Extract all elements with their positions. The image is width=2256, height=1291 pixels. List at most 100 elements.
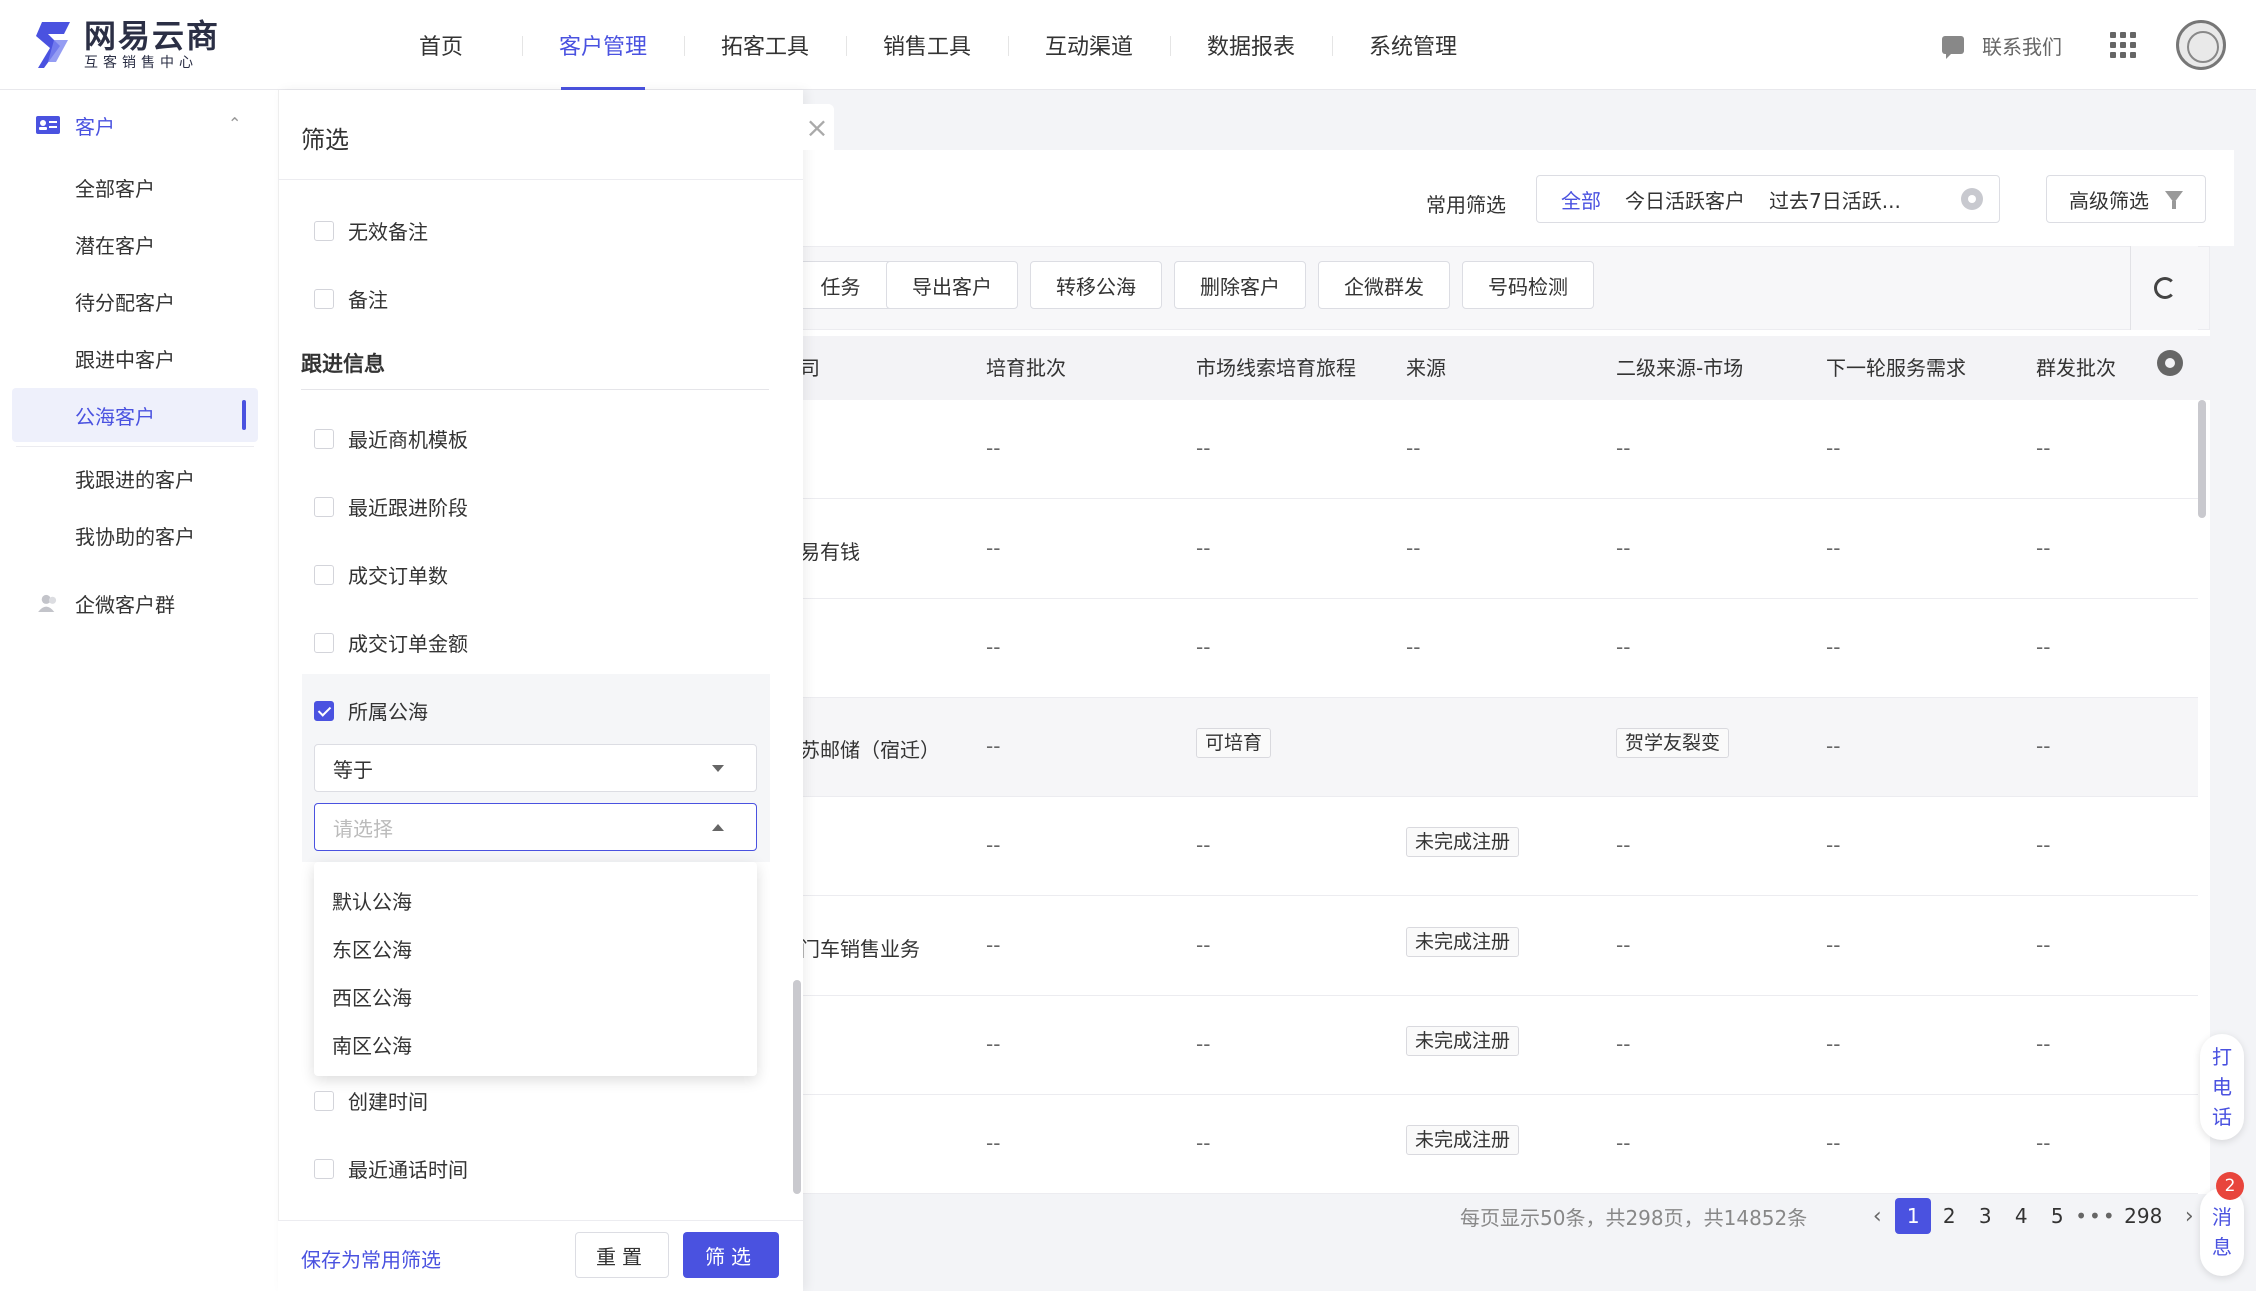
number-check-button[interactable]: 号码检测 <box>1462 261 1594 309</box>
filter-field-public-pool[interactable]: 所属公海 <box>314 696 428 725</box>
contact-us-link[interactable]: 联系我们 <box>1942 31 2062 60</box>
sidebar-group-customer[interactable]: 客户 ⌃ <box>0 108 278 142</box>
reset-button[interactable]: 重置 <box>575 1232 669 1278</box>
sidebar-group-customer-label: 客户 <box>75 114 115 139</box>
checkbox-label: 备注 <box>348 288 388 312</box>
table-cell: -- <box>1196 436 1211 460</box>
column-header-next-service: 下一轮服务需求 <box>1826 356 1966 380</box>
filter-option-all[interactable]: 全部 <box>1561 185 1601 214</box>
nav-sales-tools[interactable]: 销售工具 <box>846 0 1008 90</box>
table-row[interactable]: 苏邮储（宿迁） -- 可培育 贺学友裂变 -- -- <box>800 698 2198 797</box>
checkbox-label: 创建时间 <box>348 1090 428 1114</box>
nav-interaction-channels[interactable]: 互动渠道 <box>1008 0 1170 90</box>
nav-system-management[interactable]: 系统管理 <box>1332 0 1494 90</box>
filter-option-today-active[interactable]: 今日活跃客户 <box>1625 185 1745 214</box>
status-tag: 未完成注册 <box>1406 827 1520 857</box>
checkbox[interactable] <box>314 564 334 585</box>
page-5[interactable]: 5 <box>2039 1198 2075 1234</box>
task-button[interactable]: 任务 <box>789 261 893 309</box>
table-scrollbar[interactable] <box>2198 400 2206 518</box>
table-cell: -- <box>986 734 1001 758</box>
checkbox[interactable] <box>314 428 334 449</box>
checkbox-checked[interactable] <box>314 700 334 721</box>
sidebar-item-public-pool[interactable]: 公海客户 <box>12 388 258 442</box>
dropdown-option-south-pool[interactable]: 南区公海 <box>332 1030 412 1059</box>
public-pool-select[interactable]: 请选择 <box>314 803 757 851</box>
save-as-common-filter-link[interactable]: 保存为常用筛选 <box>301 1244 441 1273</box>
advanced-filter-button[interactable]: 高级筛选 <box>2046 175 2206 223</box>
table-row[interactable]: -- -- 未完成注册 -- -- -- <box>800 1095 2198 1194</box>
sidebar-item-unassigned-customers[interactable]: 待分配客户 <box>12 274 258 328</box>
common-filter-tabs: 全部 今日活跃客户 过去7日活跃... <box>1536 175 2000 223</box>
apply-filter-button[interactable]: 筛选 <box>683 1232 779 1278</box>
dropdown-option-west-pool[interactable]: 西区公海 <box>332 982 412 1011</box>
filter-field-created-time[interactable]: 创建时间 <box>314 1086 428 1115</box>
nav-prospecting-tools[interactable]: 拓客工具 <box>684 0 846 90</box>
sidebar-item-my-assisted[interactable]: 我协助的客户 <box>12 508 258 562</box>
filter-field-deal-order-amount[interactable]: 成交订单金额 <box>314 628 468 657</box>
brand-logo[interactable]: 网易云商 互客销售中心 <box>34 18 220 72</box>
user-avatar[interactable] <box>2176 20 2226 70</box>
refresh-button[interactable] <box>2130 246 2198 330</box>
filter-field-recent-follow-stage[interactable]: 最近跟进阶段 <box>314 492 468 521</box>
table-cell: -- <box>1616 635 1631 659</box>
transfer-pool-button[interactable]: 转移公海 <box>1030 261 1162 309</box>
call-floating-button[interactable]: 打 电 话 <box>2200 1034 2244 1140</box>
nav-data-reports[interactable]: 数据报表 <box>1170 0 1332 90</box>
chevron-left-icon[interactable]: ‹ <box>1859 1198 1895 1234</box>
checkbox[interactable] <box>314 1090 334 1111</box>
checkbox[interactable] <box>314 288 334 309</box>
chat-icon <box>1942 36 1964 59</box>
message-floating-button[interactable]: 消 息 <box>2200 1188 2244 1276</box>
chevron-up-icon <box>712 824 724 831</box>
sidebar-item-my-followed[interactable]: 我跟进的客户 <box>12 451 258 505</box>
id-card-icon <box>36 116 60 134</box>
nav-home[interactable]: 首页 <box>360 0 522 90</box>
column-settings-gear-icon[interactable] <box>2157 350 2183 376</box>
public-pool-dropdown: 默认公海 东区公海 西区公海 南区公海 <box>314 862 757 1076</box>
section-divider <box>301 389 769 390</box>
sidebar-item-following-customers[interactable]: 跟进中客户 <box>12 331 258 385</box>
wecom-broadcast-button[interactable]: 企微群发 <box>1318 261 1450 309</box>
delete-customers-button[interactable]: 删除客户 <box>1174 261 1306 309</box>
page-last[interactable]: 298 <box>2115 1204 2171 1228</box>
table-row[interactable]: -- -- 未完成注册 -- -- -- <box>800 996 2198 1095</box>
checkbox[interactable] <box>314 632 334 653</box>
filter-field-recent-call-time[interactable]: 最近通话时间 <box>314 1154 468 1183</box>
filter-field-remark[interactable]: 备注 <box>314 284 388 313</box>
logo-title: 网易云商 <box>84 17 221 55</box>
table-row[interactable]: -- -- 未完成注册 -- -- -- <box>800 797 2198 896</box>
checkbox[interactable] <box>314 496 334 517</box>
export-customers-button[interactable]: 导出客户 <box>886 261 1018 309</box>
pagination-ellipsis[interactable]: ••• <box>2075 1204 2115 1228</box>
drawer-scrollbar[interactable] <box>793 980 801 1194</box>
sidebar-group-wecom[interactable]: 企微客户群 <box>0 586 278 620</box>
close-icon[interactable]: × <box>800 104 834 150</box>
table-row[interactable]: -- -- -- -- -- -- <box>800 400 2198 499</box>
dropdown-option-default-pool[interactable]: 默认公海 <box>332 886 412 915</box>
checkbox-label: 最近跟进阶段 <box>348 496 468 520</box>
table-row[interactable]: -- -- -- -- -- -- <box>800 599 2198 698</box>
table-cell: -- <box>2036 1131 2051 1155</box>
page-1[interactable]: 1 <box>1895 1198 1932 1234</box>
sidebar-item-potential-customers[interactable]: 潜在客户 <box>12 217 258 271</box>
checkbox[interactable] <box>314 220 334 241</box>
apps-grid-icon[interactable] <box>2110 32 2136 58</box>
filter-field-recent-opportunity-template[interactable]: 最近商机模板 <box>314 424 468 453</box>
filter-field-deal-order-count[interactable]: 成交订单数 <box>314 560 448 589</box>
main-nav: 首页 客户管理 拓客工具 销售工具 互动渠道 数据报表 系统管理 <box>360 0 1494 90</box>
sidebar-item-all-customers[interactable]: 全部客户 <box>12 160 258 214</box>
filter-field-invalid-remark[interactable]: 无效备注 <box>314 216 428 245</box>
checkbox[interactable] <box>314 1158 334 1179</box>
gear-icon[interactable] <box>1961 188 1983 210</box>
operator-select[interactable]: 等于 <box>314 744 757 792</box>
table-row[interactable]: 门车销售业务 -- -- 未完成注册 -- -- -- <box>800 897 2198 996</box>
nav-customer-management[interactable]: 客户管理 <box>522 0 684 90</box>
page-4[interactable]: 4 <box>2003 1198 2039 1234</box>
table-cell: -- <box>1196 1032 1211 1056</box>
page-2[interactable]: 2 <box>1931 1198 1967 1234</box>
dropdown-option-east-pool[interactable]: 东区公海 <box>332 934 412 963</box>
page-3[interactable]: 3 <box>1967 1198 2003 1234</box>
table-row[interactable]: 易有钱 -- -- -- -- -- -- <box>800 500 2198 599</box>
filter-option-7day-active[interactable]: 过去7日活跃... <box>1769 185 1901 214</box>
